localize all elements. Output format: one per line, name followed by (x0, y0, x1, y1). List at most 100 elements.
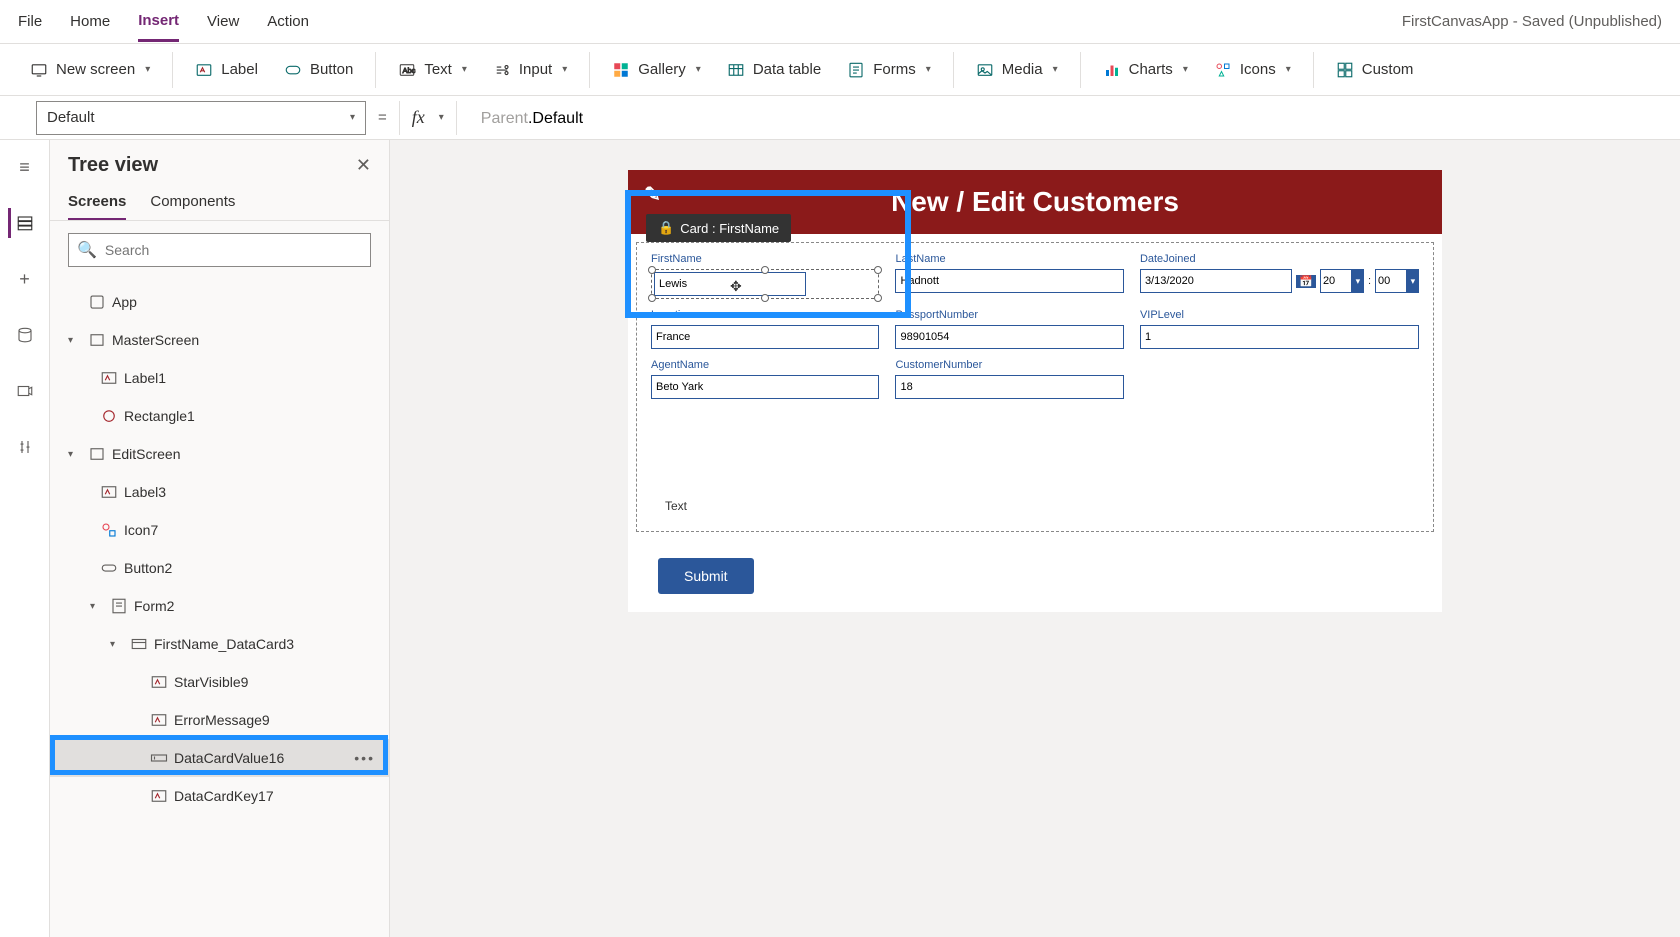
button-button[interactable]: Button (276, 55, 361, 85)
datatable-button[interactable]: Data table (719, 55, 829, 85)
formula-input[interactable]: Parent.Default (481, 108, 583, 128)
datatable-icon (727, 61, 745, 79)
tree-node-form2[interactable]: ▾ Form2 (50, 587, 389, 625)
chevron-down-icon[interactable]: ▾ (110, 639, 124, 650)
canvas[interactable]: ✎ New / Edit Customers 🔒 Card : FirstNam… (628, 170, 1442, 612)
field-datejoined[interactable]: DateJoined 📅 ▾ : ▾ (1140, 253, 1419, 299)
label-icon (100, 483, 118, 501)
move-icon: ✥ (730, 278, 742, 295)
edit-icon[interactable]: ✎ (644, 182, 661, 207)
lastname-input[interactable] (895, 269, 1123, 293)
tree-node-datacard[interactable]: ▾ FirstName_DataCard3 (50, 625, 389, 663)
field-passport[interactable]: PassportNumber (895, 309, 1123, 349)
search-box[interactable]: 🔍 (68, 233, 371, 267)
custom-button[interactable]: Custom (1328, 55, 1422, 85)
field-label: CustomerNumber (895, 359, 1123, 371)
charts-button[interactable]: Charts▾ (1095, 55, 1196, 85)
field-agentname[interactable]: AgentName (651, 359, 879, 399)
form-area[interactable]: FirstName ✥ LastName (636, 242, 1434, 532)
tree-node-datacardvalue[interactable]: DataCardValue16 ••• (50, 739, 389, 777)
menu-file[interactable]: File (18, 3, 42, 40)
tree-node-datacardkey[interactable]: DataCardKey17 (50, 777, 389, 815)
treeview-icon[interactable] (8, 208, 38, 238)
date-input[interactable] (1140, 269, 1292, 293)
media-button[interactable]: Media▾ (968, 55, 1066, 85)
tree-node-rectangle1[interactable]: Rectangle1 (50, 397, 389, 435)
chevron-down-icon: ▾ (350, 112, 355, 123)
text-button[interactable]: Abc Text▾ (390, 55, 475, 85)
fx-icon[interactable]: fx (412, 107, 425, 128)
add-icon[interactable]: + (10, 264, 40, 294)
search-input[interactable] (105, 242, 362, 258)
tree-node-button2[interactable]: Button2 (50, 549, 389, 587)
svg-text:Abc: Abc (403, 66, 416, 75)
tree-node-starvisible[interactable]: StarVisible9 (50, 663, 389, 701)
tree-label: EditScreen (112, 446, 180, 462)
submit-button[interactable]: Submit (658, 558, 754, 594)
agent-input[interactable] (651, 375, 879, 399)
field-firstname[interactable]: FirstName ✥ (651, 253, 879, 299)
location-input[interactable] (651, 325, 879, 349)
field-lastname[interactable]: LastName (895, 253, 1123, 299)
menu-insert[interactable]: Insert (138, 2, 179, 42)
passport-input[interactable] (895, 325, 1123, 349)
chevron-down-icon[interactable]: ▾ (90, 601, 104, 612)
datacard-icon (130, 635, 148, 653)
tree-label: Rectangle1 (124, 408, 195, 424)
tree-label: FirstName_DataCard3 (154, 636, 294, 652)
forms-button[interactable]: Forms▾ (839, 55, 939, 85)
tree-label: DataCardValue16 (174, 750, 284, 766)
chevron-down-icon: ▾ (439, 112, 444, 123)
hamburger-icon[interactable]: ≡ (10, 152, 40, 182)
chevron-down-icon[interactable]: ▾ (1352, 269, 1364, 293)
label-text: Label (221, 61, 258, 78)
separator (589, 52, 590, 88)
screen-icon (88, 331, 106, 349)
field-label: DateJoined (1140, 253, 1419, 265)
text-label-control[interactable]: Text (665, 499, 687, 513)
chevron-down-icon[interactable]: ▾ (1407, 269, 1419, 293)
tree-node-icon7[interactable]: Icon7 (50, 511, 389, 549)
icons-button[interactable]: Icons▾ (1206, 55, 1299, 85)
field-viplevel[interactable]: VIPLevel (1140, 309, 1419, 349)
hour-input[interactable] (1320, 269, 1352, 293)
vip-input[interactable] (1140, 325, 1419, 349)
tree-label: App (112, 294, 137, 310)
close-icon[interactable]: ✕ (356, 155, 371, 176)
tree-node-label1[interactable]: Label1 (50, 359, 389, 397)
tree-node-errormessage[interactable]: ErrorMessage9 (50, 701, 389, 739)
input-icon (493, 61, 511, 79)
tab-components[interactable]: Components (150, 185, 235, 220)
menu-action[interactable]: Action (267, 3, 309, 40)
separator (172, 52, 173, 88)
database-icon[interactable] (10, 320, 40, 350)
label-button[interactable]: Label (187, 55, 266, 85)
text-icon: Abc (398, 61, 416, 79)
new-screen-button[interactable]: New screen▾ (22, 55, 158, 85)
tree-node-label3[interactable]: Label3 (50, 473, 389, 511)
field-customernumber[interactable]: CustomerNumber (895, 359, 1123, 399)
gallery-button[interactable]: Gallery▾ (604, 55, 709, 85)
tree-node-masterscreen[interactable]: ▾ MasterScreen (50, 321, 389, 359)
tree-node-app[interactable]: App (50, 283, 389, 321)
menu-view[interactable]: View (207, 3, 239, 40)
media-nav-icon[interactable] (10, 376, 40, 406)
tab-screens[interactable]: Screens (68, 185, 126, 220)
calendar-icon[interactable]: 📅 (1296, 275, 1316, 288)
minute-input[interactable] (1375, 269, 1407, 293)
custno-input[interactable] (895, 375, 1123, 399)
field-label: LastName (895, 253, 1123, 265)
time-colon: : (1368, 275, 1371, 287)
chevron-down-icon: ▾ (926, 64, 931, 75)
tree-node-editscreen[interactable]: ▾ EditScreen (50, 435, 389, 473)
chevron-down-icon[interactable]: ▾ (68, 335, 82, 346)
input-button[interactable]: Input▾ (485, 55, 575, 85)
chevron-down-icon[interactable]: ▾ (68, 449, 82, 460)
property-selector[interactable]: Default ▾ (36, 101, 366, 135)
tools-icon[interactable] (10, 432, 40, 462)
field-location[interactable]: Location (651, 309, 879, 349)
more-icon[interactable]: ••• (354, 750, 375, 766)
card-badge: 🔒 Card : FirstName (646, 214, 791, 242)
property-name: Default (47, 109, 95, 126)
menu-home[interactable]: Home (70, 3, 110, 40)
